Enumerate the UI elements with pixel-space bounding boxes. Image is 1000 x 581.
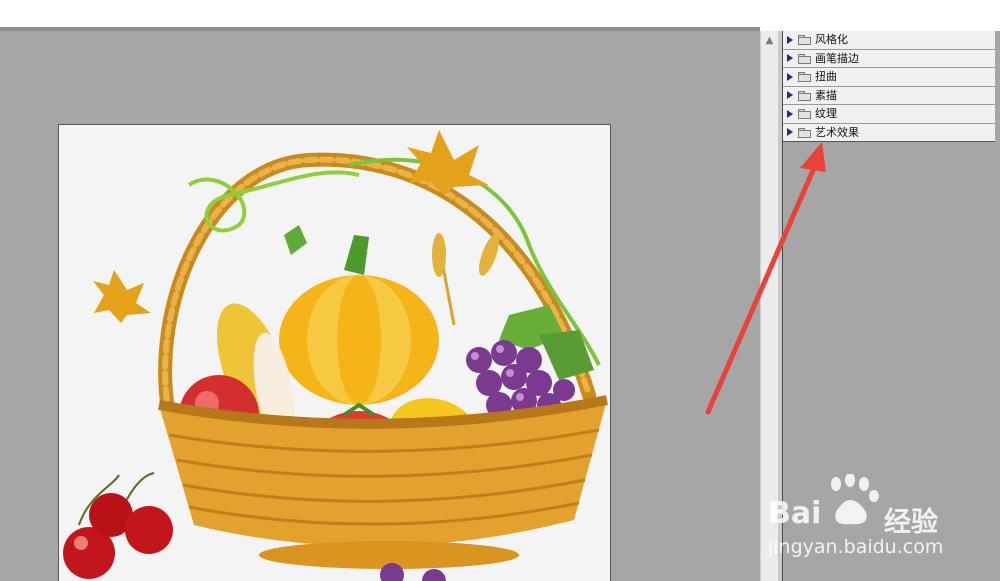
folder-icon: [798, 90, 811, 101]
filter-category-label: 素描: [815, 88, 837, 102]
filter-category-label: 风格化: [815, 33, 848, 47]
document-image[interactable]: [58, 124, 611, 581]
filter-category-stylize[interactable]: 风格化: [783, 31, 995, 49]
expand-triangle-icon[interactable]: [787, 54, 793, 63]
baidu-watermark: Bai 经验 jingyan.baidu.com: [766, 474, 996, 564]
fruit-basket-illustration: [63, 130, 608, 581]
filter-category-brush-strokes[interactable]: 画笔描边: [783, 48, 995, 68]
filter-category-label: 艺术效果: [815, 125, 859, 139]
watermark-brand-right: 经验: [884, 507, 938, 538]
canvas-area[interactable]: [0, 31, 760, 581]
filter-category-texture[interactable]: 纹理: [783, 104, 995, 123]
expand-triangle-icon[interactable]: [787, 72, 793, 81]
folder-icon: [798, 109, 811, 120]
folder-icon: [798, 72, 811, 83]
folder-icon: [798, 127, 811, 138]
expand-triangle-icon[interactable]: [787, 109, 793, 118]
top-strip: [0, 0, 1000, 27]
filter-category-sketch[interactable]: 素描: [783, 85, 995, 105]
watermark-brand-left: Bai: [768, 496, 822, 531]
expand-triangle-icon[interactable]: [787, 91, 793, 100]
filter-category-artistic[interactable]: 艺术效果: [783, 122, 995, 142]
folder-icon: [798, 53, 811, 64]
filter-category-label: 扭曲: [815, 70, 837, 84]
filter-category-label: 纹理: [815, 107, 837, 121]
filter-category-label: 画笔描边: [815, 51, 859, 65]
folder-icon: [798, 35, 811, 46]
expand-triangle-icon[interactable]: [787, 35, 793, 44]
expand-triangle-icon[interactable]: [787, 128, 793, 137]
filter-category-distort[interactable]: 扭曲: [783, 67, 995, 86]
watermark-url: jingyan.baidu.com: [768, 536, 944, 558]
filter-category-list: 风格化 画笔描边 扭曲 素描 纹理 艺术效果: [783, 31, 995, 142]
scroll-up-arrow-icon[interactable]: ▲: [762, 34, 777, 47]
